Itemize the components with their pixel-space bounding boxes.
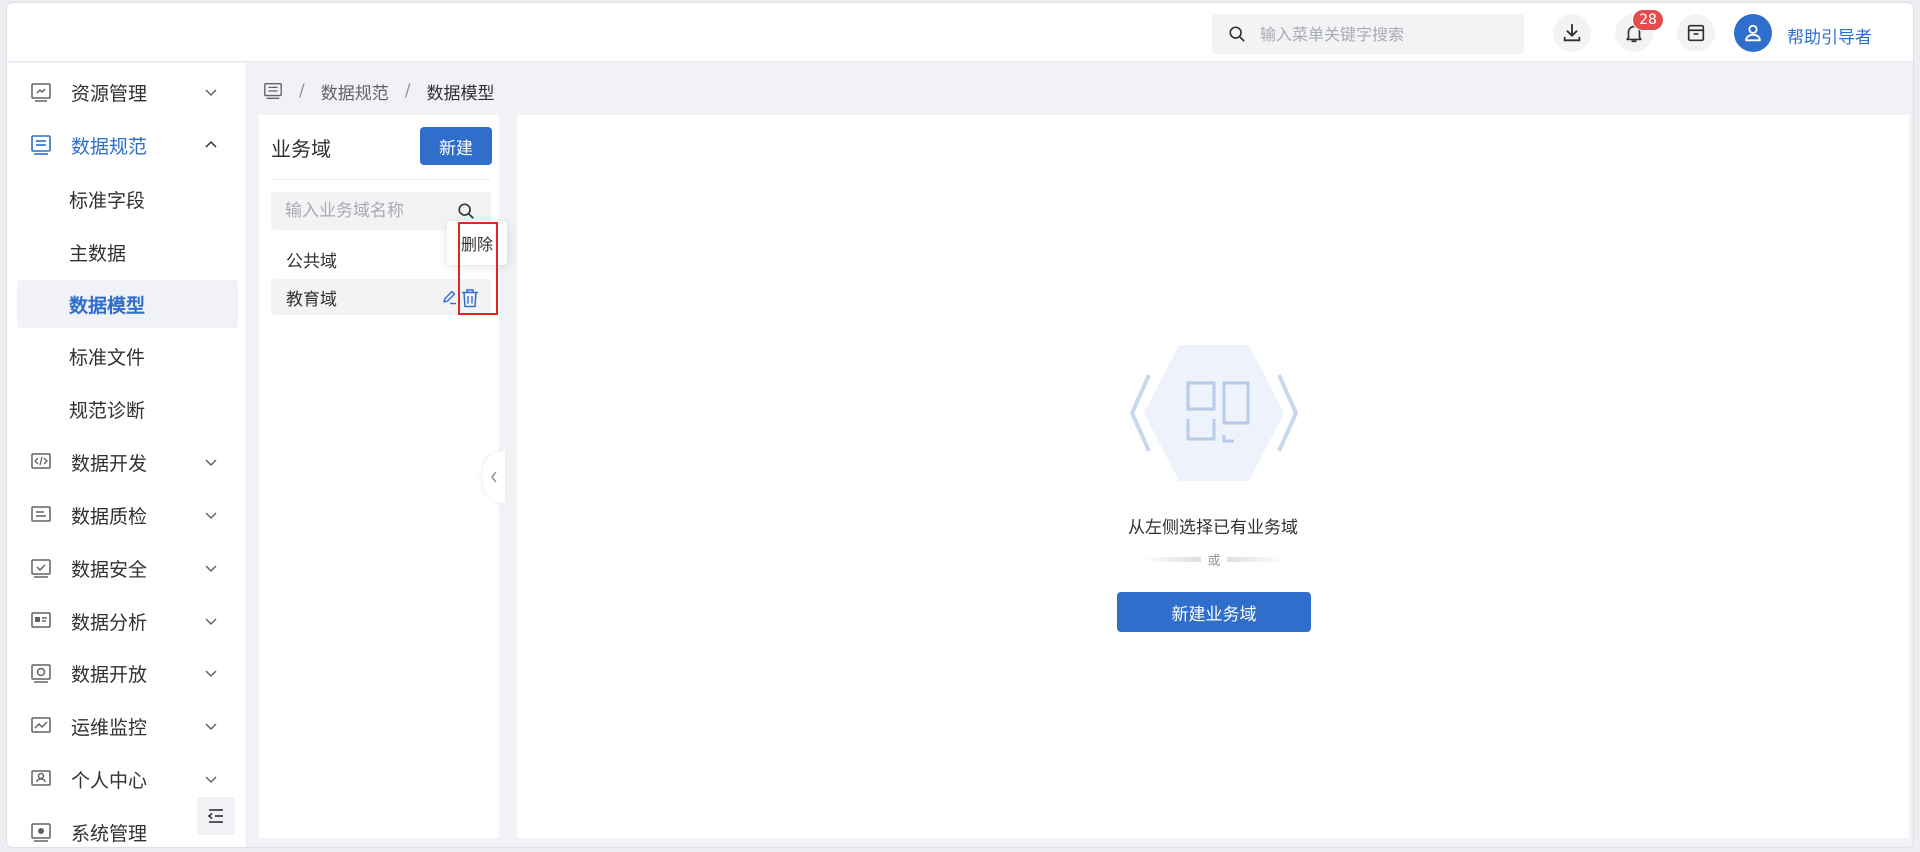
domain-search-input[interactable] xyxy=(285,201,445,221)
or-divider: 或 xyxy=(1141,549,1287,569)
sidebar-item-data-open[interactable]: 数据开放 xyxy=(7,648,247,698)
sidebar-item-label: 个人中心 xyxy=(71,769,148,792)
system-icon xyxy=(31,823,51,842)
security-icon xyxy=(31,559,51,578)
sidebar-subitem-master-data[interactable]: 主数据 xyxy=(17,228,238,276)
sidebar-item-label: 数据开发 xyxy=(71,452,148,475)
chevron-down-icon xyxy=(205,512,217,520)
user-name[interactable]: 帮助引导者 xyxy=(1787,23,1872,48)
domain-name: 教育域 xyxy=(286,289,337,310)
collapse-sidebar-button[interactable] xyxy=(197,797,235,835)
download-button[interactable] xyxy=(1553,14,1591,52)
search-icon[interactable] xyxy=(457,202,475,220)
sidebar-item-label: 资源管理 xyxy=(71,82,148,105)
empty-state-text: 从左侧选择已有业务域 xyxy=(1128,518,1298,538)
breadcrumb-separator: / xyxy=(299,81,305,101)
home-icon[interactable] xyxy=(263,82,283,100)
menu-search-input[interactable] xyxy=(1260,24,1510,44)
avatar[interactable] xyxy=(1734,14,1772,52)
sidebar-item-label: 运维监控 xyxy=(71,716,148,739)
user-icon xyxy=(1745,24,1761,42)
app-frame: 28 帮助引导者 资源管理 数据规范 标准字段 主数据 数据模型 标准文件 规范… xyxy=(6,2,1914,848)
or-line-left xyxy=(1143,556,1202,562)
sidebar-subitem-data-model[interactable]: 数据模型 xyxy=(17,280,238,328)
empty-state-illustration xyxy=(1130,345,1298,481)
sidebar-item-data-quality[interactable]: 数据质检 xyxy=(7,490,247,540)
sidebar-item-label: 系统管理 xyxy=(71,822,148,845)
create-domain-button[interactable]: 新建业务域 xyxy=(1117,592,1311,632)
domain-name: 公共域 xyxy=(286,251,337,272)
chevron-down-icon xyxy=(205,670,217,678)
user-center-icon xyxy=(31,770,51,786)
sidebar: 资源管理 数据规范 标准字段 主数据 数据模型 标准文件 规范诊断 数据开发 数… xyxy=(7,63,247,847)
sidebar-item-label: 数据分析 xyxy=(71,611,148,634)
sidebar-item-label: 数据规范 xyxy=(71,135,148,158)
or-text: 或 xyxy=(1207,553,1221,569)
download-icon xyxy=(1563,23,1581,42)
breadcrumb-separator: / xyxy=(404,81,411,101)
chevron-down-icon xyxy=(205,776,217,784)
resource-icon xyxy=(31,83,51,102)
sidebar-item-data-security[interactable]: 数据安全 xyxy=(7,543,247,593)
sidebar-item-label: 数据安全 xyxy=(71,558,148,581)
quality-icon xyxy=(31,506,51,522)
data-standard-icon xyxy=(31,135,51,155)
sidebar-item-ops-monitor[interactable]: 运维监控 xyxy=(7,701,247,751)
archive-button[interactable] xyxy=(1677,14,1715,52)
sidebar-item-data-dev[interactable]: 数据开发 xyxy=(7,437,247,487)
search-icon xyxy=(1229,26,1245,42)
chevron-down-icon xyxy=(205,459,217,467)
sidebar-item-label: 数据开放 xyxy=(71,663,148,686)
monitor-icon xyxy=(31,717,51,733)
chevron-down-icon xyxy=(205,618,217,626)
code-icon xyxy=(31,453,51,469)
notification-badge: 28 xyxy=(1632,9,1664,31)
breadcrumb-current: 数据模型 xyxy=(426,83,495,104)
sidebar-item-resource[interactable]: 资源管理 xyxy=(7,67,247,117)
main-content: 从左侧选择已有业务域 或 新建业务域 xyxy=(517,115,1909,838)
divider xyxy=(271,179,491,180)
menu-search[interactable] xyxy=(1212,14,1524,54)
chevron-up-icon xyxy=(205,140,217,148)
domain-panel-title: 业务域 xyxy=(271,137,331,161)
sidebar-item-data-analysis[interactable]: 数据分析 xyxy=(7,596,247,646)
chevron-left-icon xyxy=(491,471,497,483)
archive-icon xyxy=(1687,24,1705,42)
chevron-down-icon xyxy=(205,89,217,97)
sidebar-subitem-standard-file[interactable]: 标准文件 xyxy=(17,332,238,380)
edit-icon[interactable] xyxy=(441,289,457,305)
analysis-icon xyxy=(31,612,51,628)
breadcrumb-item[interactable]: 数据规范 xyxy=(321,79,389,104)
breadcrumb: / 数据规范 / 数据模型 xyxy=(263,79,495,104)
open-icon xyxy=(31,664,51,683)
chevron-down-icon xyxy=(205,723,217,731)
indent-icon xyxy=(207,809,223,823)
sidebar-item-data-standard[interactable]: 数据规范 xyxy=(7,120,247,170)
highlight-box xyxy=(458,222,498,315)
new-domain-button[interactable]: 新建 xyxy=(420,127,492,165)
sidebar-item-label: 数据质检 xyxy=(71,505,148,528)
or-line-right xyxy=(1226,556,1285,562)
chevron-down-icon xyxy=(205,565,217,573)
top-header: 28 帮助引导者 xyxy=(7,3,1913,62)
sidebar-subitem-standard-field[interactable]: 标准字段 xyxy=(17,175,238,223)
sidebar-subitem-diagnosis[interactable]: 规范诊断 xyxy=(17,385,238,433)
